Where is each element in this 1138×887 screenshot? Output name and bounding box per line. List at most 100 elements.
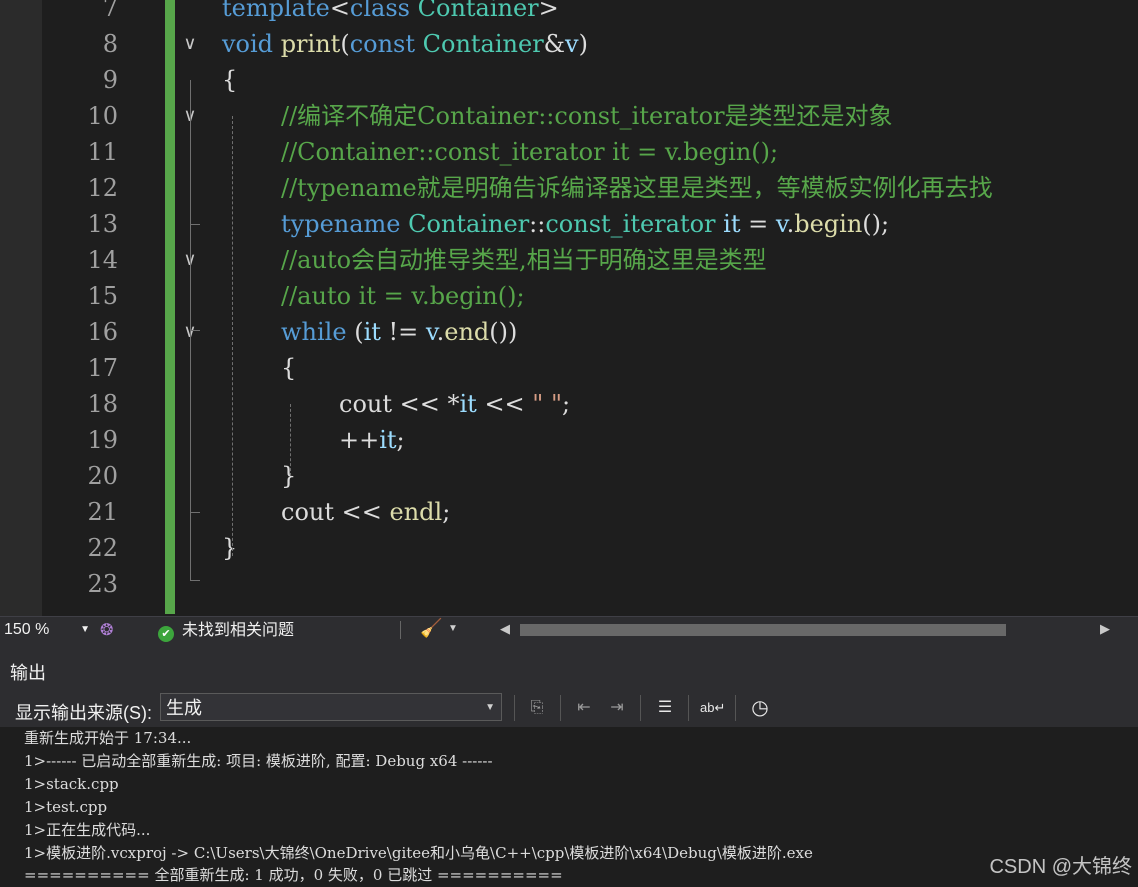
line-number: 16 [87, 318, 118, 346]
code-token: it [459, 390, 477, 418]
code-line[interactable]: 9{ [0, 62, 1138, 98]
editor-status-bar: 150 % ▼ ❂ ✔ 未找到相关问题 🧹 ▼ ◀ ▶ [0, 616, 1138, 644]
output-toolbar: 显示输出来源(S): 生成 ▼ ⎘ ⇤ ⇥ ☰ ab↵ ◷ [0, 691, 1138, 727]
next-message-icon[interactable]: ⇥ [605, 696, 629, 720]
line-number: 13 [87, 210, 118, 238]
code-text: } [281, 458, 296, 494]
code-token: cout [281, 498, 334, 526]
check-circle-icon: ✔ [158, 626, 174, 642]
toolbar-separator [640, 695, 641, 721]
code-line[interactable]: 22} [0, 530, 1138, 566]
code-cleanup-icon[interactable]: 🧹 [420, 618, 442, 639]
code-text: typename Container::const_iterator it = … [281, 206, 889, 242]
code-text: cout << *it << " "; [339, 386, 570, 422]
find-message-icon[interactable]: ⎘ [525, 696, 549, 720]
issues-indicator[interactable]: ✔ 未找到相关问题 [158, 617, 294, 644]
structure-guide-end [190, 224, 200, 225]
line-number: 21 [87, 498, 118, 526]
copilot-icon[interactable]: ❂ [100, 620, 113, 640]
output-panel: 输出 显示输出来源(S): 生成 ▼ ⎘ ⇤ ⇥ ☰ ab↵ ◷ 重新生成开始于… [0, 643, 1138, 887]
code-token: //auto it = v.begin(); [281, 282, 525, 310]
output-line: 重新生成开始于 17:34... [24, 729, 192, 747]
code-text: //typename就是明确告诉编译器这里是类型，等模板实例化再去找 [281, 170, 993, 206]
code-token: it [379, 426, 397, 454]
code-text: ++it; [339, 422, 405, 458]
line-number: 18 [87, 390, 118, 418]
chevron-down-icon[interactable]: ▼ [448, 623, 458, 634]
line-number: 15 [87, 282, 118, 310]
output-source-select[interactable]: 生成 ▼ [160, 693, 502, 721]
code-line[interactable]: 14 ∨//auto会自动推导类型,相当于明确这里是类型 [0, 242, 1138, 278]
code-line[interactable]: 17 { [0, 350, 1138, 386]
code-text: { [281, 350, 296, 386]
code-token: } [222, 534, 238, 562]
code-line[interactable]: 10 ∨//编译不确定Container::const_iterator是类型还是… [0, 98, 1138, 134]
chevron-down-icon: ▼ [485, 702, 495, 713]
code-line[interactable]: 12 //typename就是明确告诉编译器这里是类型，等模板实例化再去找 [0, 170, 1138, 206]
code-token: cout [339, 390, 392, 418]
chevron-down-icon: ▼ [80, 624, 90, 635]
code-token: < [329, 0, 350, 22]
code-token: > [538, 0, 559, 22]
code-token: print [280, 30, 341, 58]
code-line[interactable]: 21 cout << endl; [0, 494, 1138, 530]
code-line[interactable]: 23 [0, 566, 1138, 602]
code-line[interactable]: 11 //Container::const_iterator it = v.beg… [0, 134, 1138, 170]
code-token: = [740, 210, 776, 238]
line-number: 19 [87, 426, 118, 454]
code-token: ; [396, 426, 405, 454]
code-line[interactable]: 7 template<class Container> [0, 0, 1138, 26]
code-token: " " [532, 390, 563, 418]
code-line[interactable]: 13 typename Container::const_iterator it … [0, 206, 1138, 242]
clear-all-icon[interactable]: ☰ [653, 696, 677, 720]
indent-guide [232, 116, 233, 556]
code-editor[interactable]: 7 template<class Container> 8 ∨ void print(c… [0, 0, 1138, 616]
line-number: 14 [87, 246, 118, 274]
line-number: 7 [102, 0, 118, 22]
code-token: ()) [489, 318, 518, 346]
code-token: << [476, 390, 533, 418]
scroll-left-arrow[interactable]: ◀ [500, 621, 510, 637]
code-token: } [281, 462, 297, 490]
output-line: ========== 全部重新生成: 1 成功，0 失败，0 已跳过 =====… [24, 866, 563, 884]
code-token: template [222, 0, 330, 22]
zoom-level: 150 % [4, 621, 50, 638]
code-token: { [222, 66, 238, 94]
code-token: & [543, 30, 566, 58]
code-line[interactable]: 18 cout << *it << " "; [0, 386, 1138, 422]
code-line[interactable]: 16 ∨ while (it != v.end()) [0, 314, 1138, 350]
horizontal-scrollbar-thumb[interactable] [520, 624, 1006, 636]
code-token: it [723, 210, 741, 238]
code-token: //编译不确定Container::const_iterator是类型还是对象 [281, 102, 893, 130]
scroll-right-arrow[interactable]: ▶ [1100, 621, 1110, 637]
structure-guide [190, 368, 191, 512]
output-line: 1>------ 已启动全部重新生成: 项目: 模板进阶, 配置: Debug … [24, 752, 493, 770]
code-line[interactable]: 19 ++it; [0, 422, 1138, 458]
code-token: ) [578, 30, 588, 58]
output-panel-title: 输出 [10, 663, 46, 683]
structure-guide-end [190, 512, 200, 513]
toolbar-separator [514, 695, 515, 721]
code-line[interactable]: 20} [0, 458, 1138, 494]
output-text-area[interactable]: 重新生成开始于 17:34... 1>------ 已启动全部重新生成: 项目:… [0, 727, 1138, 887]
code-token: v [425, 318, 437, 346]
code-token: != [380, 318, 426, 346]
code-token: //auto会自动推导类型,相当于明确这里是类型 [281, 246, 767, 274]
line-number: 20 [87, 462, 118, 490]
line-number: 17 [87, 354, 118, 382]
clock-icon[interactable]: ◷ [748, 696, 772, 720]
code-token: void [222, 30, 274, 58]
output-line: 1>test.cpp [24, 798, 108, 816]
previous-message-icon[interactable]: ⇤ [572, 696, 596, 720]
word-wrap-icon[interactable]: ab↵ [700, 696, 725, 720]
fold-toggle-icon[interactable]: ∨ [178, 26, 202, 62]
output-line: 1>stack.cpp [24, 775, 119, 793]
code-line[interactable]: 15 //auto it = v.begin(); [0, 278, 1138, 314]
code-line[interactable]: 8 ∨ void print(const Container&v) [0, 26, 1138, 62]
zoom-dropdown[interactable]: 150 % ▼ [4, 619, 92, 641]
indent-guide [290, 404, 291, 476]
csdn-watermark: CSDN @大锦终 [989, 856, 1132, 878]
code-token: it [363, 318, 381, 346]
output-line: 1>模板进阶.vcxproj -> C:\Users\大锦终\OneDrive\… [24, 844, 813, 862]
structure-guide [190, 152, 191, 224]
